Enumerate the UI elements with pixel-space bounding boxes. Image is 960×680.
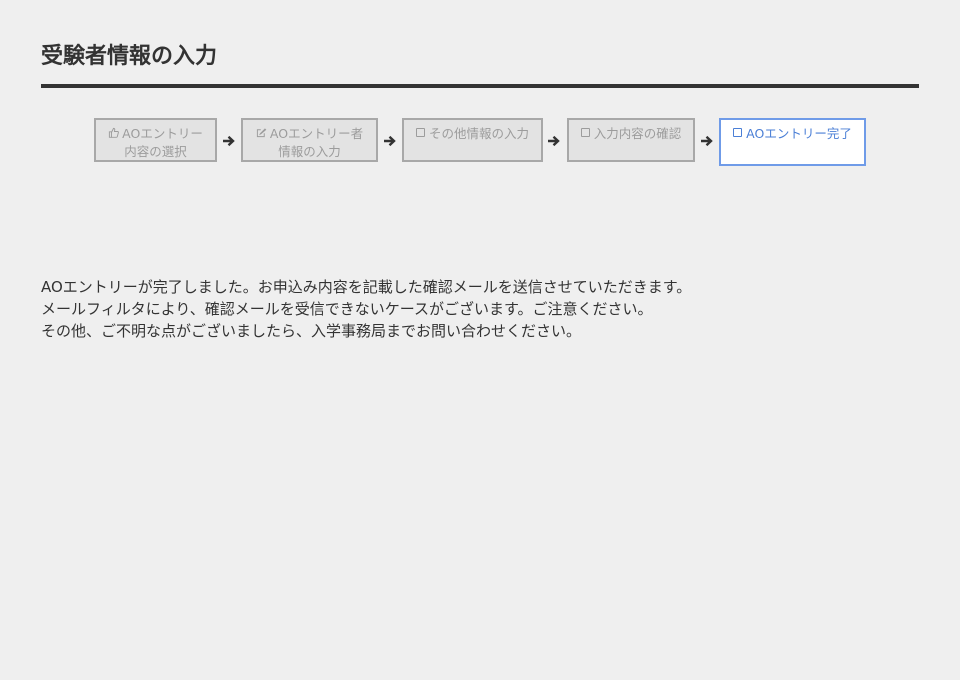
step-label: 情報の入力 — [278, 144, 341, 159]
arrow-right-icon — [700, 133, 714, 147]
completion-message: AOエントリーが完了しました。お申込み内容を記載した確認メールを送信させていただ… — [41, 276, 921, 342]
step-label: AOエントリー — [122, 126, 203, 141]
title-divider — [41, 84, 919, 88]
checkbox-icon — [415, 128, 425, 137]
page-title: 受験者情報の入力 — [41, 44, 218, 69]
thumbs-up-icon — [108, 126, 120, 143]
message-line: AOエントリーが完了しました。お申込み内容を記載した確認メールを送信させていただ… — [41, 278, 692, 296]
step-applicant-info: AOエントリー者 情報の入力 — [241, 118, 378, 162]
arrow-right-icon — [383, 133, 397, 147]
step-confirm-input: 入力内容の確認 — [567, 118, 695, 162]
step-label: AOエントリー者 — [269, 126, 364, 141]
step-entry-complete: AOエントリー完了 — [719, 118, 866, 166]
step-label: AOエントリー完了 — [746, 126, 852, 141]
step-label: 入力内容の確認 — [593, 126, 682, 141]
arrow-right-icon — [547, 133, 561, 147]
arrow-right-icon — [222, 133, 236, 147]
edit-icon — [256, 126, 267, 143]
checkbox-icon — [733, 128, 743, 137]
step-label: その他情報の入力 — [428, 126, 529, 141]
message-line: メールフィルタにより、確認メールを受信できないケースがございます。ご注意ください… — [41, 300, 653, 318]
message-line: その他、ご不明な点がございましたら、入学事務局までお問い合わせください。 — [41, 322, 582, 340]
checkbox-icon — [580, 128, 590, 137]
progress-steps: AOエントリー 内容の選択 AOエントリー者 情報の入力 その他情報の入力 入力… — [0, 118, 960, 166]
step-entry-selection: AOエントリー 内容の選択 — [94, 118, 217, 162]
step-other-info: その他情報の入力 — [402, 118, 543, 162]
step-label: 内容の選択 — [124, 144, 187, 159]
